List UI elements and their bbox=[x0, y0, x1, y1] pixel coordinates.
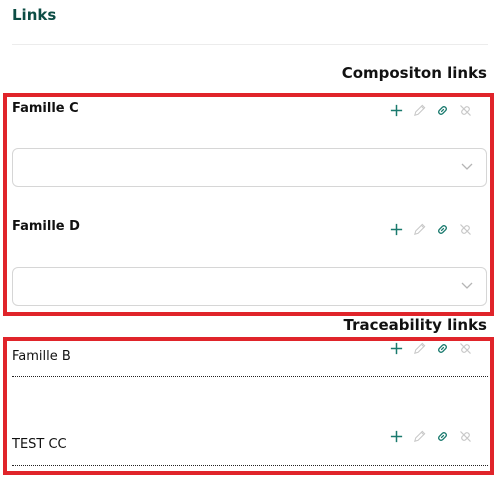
famille-b-underline bbox=[12, 376, 488, 377]
title-divider bbox=[12, 44, 488, 45]
family-label: Famille D bbox=[12, 219, 80, 234]
chevron-down-icon bbox=[461, 163, 473, 170]
plus-icon[interactable] bbox=[389, 429, 404, 444]
unlink-icon[interactable] bbox=[458, 222, 473, 237]
famille-b-actions bbox=[389, 341, 473, 356]
family-c-actions bbox=[389, 103, 473, 118]
traceability-links-heading: Traceability links bbox=[343, 316, 488, 334]
trace-item-label: Famille B bbox=[12, 349, 71, 364]
links-title: Links bbox=[12, 6, 57, 24]
family-d-actions bbox=[389, 222, 473, 237]
test-cc-underline bbox=[12, 465, 488, 466]
family-c-select[interactable] bbox=[12, 148, 487, 187]
plus-icon[interactable] bbox=[389, 222, 404, 237]
link-icon[interactable] bbox=[435, 222, 450, 237]
chevron-down-icon bbox=[461, 282, 473, 289]
pencil-icon[interactable] bbox=[412, 429, 427, 444]
pencil-icon[interactable] bbox=[412, 222, 427, 237]
composition-links-heading: Compositon links bbox=[341, 64, 487, 82]
unlink-icon[interactable] bbox=[458, 103, 473, 118]
link-icon[interactable] bbox=[435, 103, 450, 118]
trace-item-label: TEST CC bbox=[12, 437, 67, 452]
pencil-icon[interactable] bbox=[412, 341, 427, 356]
traceability-links-highlight bbox=[3, 337, 494, 475]
link-icon[interactable] bbox=[435, 429, 450, 444]
pencil-icon[interactable] bbox=[412, 103, 427, 118]
link-icon[interactable] bbox=[435, 341, 450, 356]
unlink-icon[interactable] bbox=[458, 341, 473, 356]
plus-icon[interactable] bbox=[389, 341, 404, 356]
family-d-select[interactable] bbox=[12, 267, 487, 306]
family-label: Famille C bbox=[12, 101, 79, 116]
plus-icon[interactable] bbox=[389, 103, 404, 118]
test-cc-actions bbox=[389, 429, 473, 444]
unlink-icon[interactable] bbox=[458, 429, 473, 444]
